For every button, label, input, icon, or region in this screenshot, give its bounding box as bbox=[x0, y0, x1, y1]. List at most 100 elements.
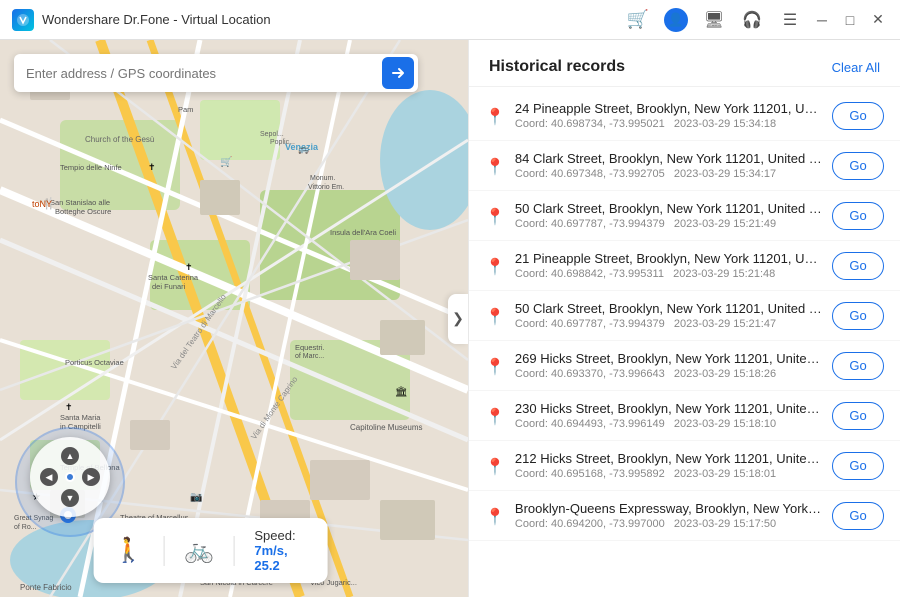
panel-header: Historical records Clear All bbox=[469, 40, 900, 87]
record-meta: Coord: 40.693370, -73.996643 2023-03-29 … bbox=[515, 368, 822, 380]
svg-text:Insula dell'Ara Coeli: Insula dell'Ara Coeli bbox=[330, 228, 396, 237]
record-item: 📍 24 Pineapple Street, Brooklyn, New Yor… bbox=[469, 91, 900, 141]
minimize-button[interactable]: ─ bbox=[812, 10, 832, 30]
svg-text:Equestri.: Equestri. bbox=[295, 343, 325, 352]
record-meta: Coord: 40.694200, -73.997000 2023-03-29 … bbox=[515, 518, 822, 530]
app-logo bbox=[12, 9, 34, 31]
record-address: Brooklyn-Queens Expressway, Brooklyn, Ne… bbox=[515, 501, 822, 516]
record-item: 📍 50 Clark Street, Brooklyn, New York 11… bbox=[469, 191, 900, 241]
record-pin-icon: 📍 bbox=[485, 357, 505, 377]
record-info: 50 Clark Street, Brooklyn, New York 1120… bbox=[515, 301, 822, 330]
go-button[interactable]: Go bbox=[832, 502, 884, 530]
record-pin-icon: 📍 bbox=[485, 207, 505, 227]
search-input[interactable] bbox=[26, 66, 382, 81]
close-button[interactable]: ✕ bbox=[868, 10, 888, 30]
record-pin-icon: 📍 bbox=[485, 407, 505, 427]
svg-text:Sepol...: Sepol... bbox=[260, 131, 284, 138]
titlebar: Wondershare Dr.Fone - Virtual Location 🛒… bbox=[0, 0, 900, 40]
compass-inner: ▲ ▼ ◀ ▶ bbox=[40, 447, 100, 507]
right-panel: Historical records Clear All 📍 24 Pineap… bbox=[468, 40, 900, 597]
record-info: 269 Hicks Street, Brooklyn, New York 112… bbox=[515, 351, 822, 380]
svg-text:✝: ✝ bbox=[185, 262, 193, 272]
record-info: Brooklyn-Queens Expressway, Brooklyn, Ne… bbox=[515, 501, 822, 530]
record-address: 24 Pineapple Street, Brooklyn, New York … bbox=[515, 101, 822, 116]
search-bar[interactable] bbox=[14, 54, 418, 92]
go-button[interactable]: Go bbox=[832, 252, 884, 280]
svg-text:Pam: Pam bbox=[178, 105, 193, 114]
monitor-icon[interactable]: 🖥 bbox=[702, 8, 726, 32]
go-button[interactable]: Go bbox=[832, 202, 884, 230]
svg-text:📷: 📷 bbox=[190, 492, 202, 503]
record-address: 84 Clark Street, Brooklyn, New York 1120… bbox=[515, 151, 822, 166]
record-address: 50 Clark Street, Brooklyn, New York 1120… bbox=[515, 301, 822, 316]
record-item: 📍 21 Pineapple Street, Brooklyn, New Yor… bbox=[469, 241, 900, 291]
go-button[interactable]: Go bbox=[832, 102, 884, 130]
records-list: 📍 24 Pineapple Street, Brooklyn, New Yor… bbox=[469, 87, 900, 597]
clear-all-button[interactable]: Clear All bbox=[832, 60, 880, 75]
app-title: Wondershare Dr.Fone - Virtual Location bbox=[42, 12, 626, 27]
cart-icon[interactable]: 🛒 bbox=[626, 8, 650, 32]
record-address: 50 Clark Street, Brooklyn, New York 1120… bbox=[515, 201, 822, 216]
record-meta: Coord: 40.697348, -73.992705 2023-03-29 … bbox=[515, 168, 822, 180]
record-address: 269 Hicks Street, Brooklyn, New York 112… bbox=[515, 351, 822, 366]
record-item: 📍 50 Clark Street, Brooklyn, New York 11… bbox=[469, 291, 900, 341]
record-meta: Coord: 40.697787, -73.994379 2023-03-29 … bbox=[515, 218, 822, 230]
bike-icon[interactable]: 🚲 bbox=[184, 536, 214, 565]
record-meta: Coord: 40.694493, -73.996149 2023-03-29 … bbox=[515, 418, 822, 430]
speed-divider2 bbox=[234, 536, 235, 566]
go-button[interactable]: Go bbox=[832, 302, 884, 330]
record-info: 50 Clark Street, Brooklyn, New York 1120… bbox=[515, 201, 822, 230]
record-pin-icon: 📍 bbox=[485, 307, 505, 327]
record-meta: Coord: 40.698842, -73.995311 2023-03-29 … bbox=[515, 268, 822, 280]
svg-text:Capitoline Museums: Capitoline Museums bbox=[350, 423, 422, 432]
go-button[interactable]: Go bbox=[832, 152, 884, 180]
compass-right-button[interactable]: ▶ bbox=[82, 468, 100, 486]
svg-text:Porticus Octaviae: Porticus Octaviae bbox=[65, 358, 124, 367]
speed-divider bbox=[163, 536, 164, 566]
headset-icon[interactable]: 🎧 bbox=[740, 8, 764, 32]
compass-center bbox=[65, 472, 75, 482]
compass-left-button[interactable]: ◀ bbox=[40, 468, 58, 486]
svg-text:🏛: 🏛 bbox=[395, 386, 408, 398]
search-go-button[interactable] bbox=[382, 57, 414, 89]
record-item: 📍 269 Hicks Street, Brooklyn, New York 1… bbox=[469, 341, 900, 391]
svg-text:Poplic...: Poplic... bbox=[270, 139, 295, 146]
svg-text:🚌: 🚌 bbox=[298, 144, 309, 154]
user-icon[interactable]: 👤 bbox=[664, 8, 688, 32]
walk-icon[interactable]: 🚶 bbox=[114, 536, 144, 565]
menu-icon[interactable]: ☰ bbox=[778, 8, 802, 32]
toolbar-icons: 🛒 👤 🖥 🎧 ☰ bbox=[626, 8, 802, 32]
svg-text:✝: ✝ bbox=[65, 402, 73, 412]
record-address: 212 Hicks Street, Brooklyn, New York 112… bbox=[515, 451, 822, 466]
record-meta: Coord: 40.698734, -73.995021 2023-03-29 … bbox=[515, 118, 822, 130]
record-pin-icon: 📍 bbox=[485, 107, 505, 127]
compass-up-button[interactable]: ▲ bbox=[61, 447, 79, 465]
record-item: 📍 Brooklyn-Queens Expressway, Brooklyn, … bbox=[469, 491, 900, 541]
compass-down-button[interactable]: ▼ bbox=[61, 489, 79, 507]
svg-text:dei Funari: dei Funari bbox=[152, 282, 186, 291]
svg-text:Monum.: Monum. bbox=[310, 175, 335, 182]
collapse-panel-button[interactable]: ❯ bbox=[448, 294, 468, 344]
record-pin-icon: 📍 bbox=[485, 257, 505, 277]
record-address: 230 Hicks Street, Brooklyn, New York 112… bbox=[515, 401, 822, 416]
svg-text:Santa Caterina: Santa Caterina bbox=[148, 273, 199, 282]
record-item: 📍 84 Clark Street, Brooklyn, New York 11… bbox=[469, 141, 900, 191]
record-meta: Coord: 40.697787, -73.994379 2023-03-29 … bbox=[515, 318, 822, 330]
speed-panel: 🚶 🚲 Speed: 7m/s, 25.2 bbox=[94, 518, 328, 583]
speed-display: Speed: 7m/s, 25.2 bbox=[254, 528, 307, 573]
panel-title: Historical records bbox=[489, 58, 625, 76]
record-meta: Coord: 40.695168, -73.995892 2023-03-29 … bbox=[515, 468, 822, 480]
record-pin-icon: 📍 bbox=[485, 157, 505, 177]
svg-text:of Marc...: of Marc... bbox=[295, 353, 324, 360]
record-item: 📍 230 Hicks Street, Brooklyn, New York 1… bbox=[469, 391, 900, 441]
go-button[interactable]: Go bbox=[832, 402, 884, 430]
svg-text:Vittorio Em.: Vittorio Em. bbox=[308, 184, 344, 191]
svg-text:toNY: toNY bbox=[32, 199, 52, 209]
maximize-button[interactable]: □ bbox=[840, 10, 860, 30]
map-area[interactable]: Church of the Gesù Tempio delle Ninfe Sa… bbox=[0, 40, 468, 597]
go-button[interactable]: Go bbox=[832, 352, 884, 380]
record-pin-icon: 📍 bbox=[485, 507, 505, 527]
go-button[interactable]: Go bbox=[832, 452, 884, 480]
record-info: 230 Hicks Street, Brooklyn, New York 112… bbox=[515, 401, 822, 430]
record-pin-icon: 📍 bbox=[485, 457, 505, 477]
